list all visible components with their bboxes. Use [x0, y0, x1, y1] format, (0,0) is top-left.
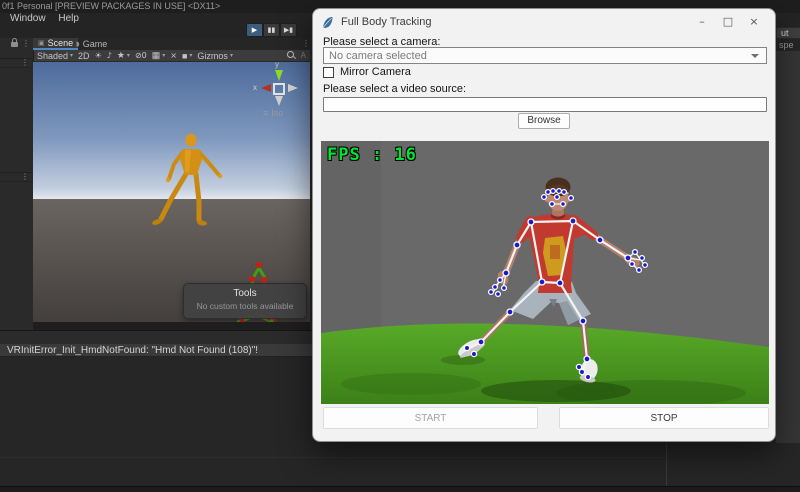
pause-button[interactable]: ▮▮	[263, 23, 280, 37]
projection-toggle[interactable]: ≡ Iso	[263, 108, 283, 118]
lighting-icon[interactable]: ☀	[95, 51, 102, 60]
hidden-objects-icon[interactable]: ⊘0	[135, 51, 147, 60]
chevron-down-icon	[751, 54, 759, 58]
axis-down-cone-icon[interactable]	[275, 96, 283, 106]
video-source-input[interactable]	[323, 97, 767, 112]
video-source-label: Please select a video source:	[323, 83, 466, 95]
gizmos-dropdown[interactable]: Gizmos ▾	[197, 51, 233, 61]
menu-item-help[interactable]: Help	[58, 13, 79, 25]
close-button[interactable]: ×	[741, 12, 767, 32]
screen: 0f1 Personal [PREVIEW PACKAGES IN USE] <…	[0, 0, 800, 492]
inspector-tab-fragment[interactable]: spe	[776, 39, 800, 51]
scene-view-toolbar: Shaded ▾ 2D ☀ ♪ ★ ▾ ⊘0 ▦ ▾ × ■ ▾ Gizmos …	[33, 50, 310, 62]
gizmo-center-cube[interactable]	[273, 83, 285, 95]
tools-overlay[interactable]: Tools No custom tools available	[183, 283, 307, 319]
fps-counter: FPS : 16	[327, 145, 417, 165]
scene-viewport[interactable]: y x ≡ Iso Tools No custom tools availabl…	[33, 62, 310, 322]
layout-button-fragment[interactable]: ut	[776, 27, 800, 39]
left-panel-section[interactable]: ⋮	[0, 172, 32, 182]
axis-y-cone-icon[interactable]	[275, 70, 283, 81]
camera-dropdown[interactable]: No camera selected	[323, 47, 767, 64]
fbt-window-title: Full Body Tracking	[341, 16, 689, 28]
grid-dropdown[interactable]: ▦ ▾	[152, 50, 166, 61]
axis-y-label: y	[275, 62, 279, 69]
toggle-2d[interactable]: 2D	[78, 51, 90, 61]
kebab-menu-icon[interactable]: ⋮	[21, 58, 29, 68]
fbt-title-bar[interactable]: Full Body Tracking – □ ×	[313, 9, 775, 35]
maximize-button[interactable]: □	[715, 12, 741, 32]
tools-overlay-title: Tools	[184, 288, 306, 299]
component-tools-icon[interactable]: ×	[170, 51, 177, 60]
tab-game[interactable]: ◗ Game	[71, 38, 112, 50]
kebab-menu-icon[interactable]: ⋮	[22, 39, 30, 49]
hierarchy-mini-header: ⋮	[0, 38, 33, 50]
search-scope-label: A	[301, 51, 306, 60]
right-edge-panels: ut spe	[776, 13, 800, 443]
mirror-camera-row: Mirror Camera	[323, 66, 411, 78]
status-bar	[0, 486, 800, 492]
grid-icon: ▦	[152, 50, 161, 61]
lock-icon[interactable]	[11, 42, 18, 47]
iso-menu-icon: ≡	[263, 108, 268, 118]
effects-icon: ★	[117, 50, 125, 61]
axis-x-cone-icon[interactable]	[261, 84, 271, 92]
console-log-text: VRInitError_Init_HmdNotFound: "Hmd Not F…	[7, 345, 258, 356]
chevron-down-icon: ▾	[70, 52, 73, 59]
feather-app-icon	[321, 16, 334, 29]
video-feed: FPS : 16	[321, 141, 769, 404]
scene-tab-icon: ▣	[38, 37, 45, 49]
left-panel-section[interactable]: ⋮	[0, 58, 32, 68]
chevron-down-icon: ▾	[230, 52, 233, 59]
mirror-camera-label: Mirror Camera	[340, 66, 411, 78]
orientation-gizmo[interactable]: y x ≡ Iso	[254, 62, 304, 120]
stop-button[interactable]: STOP	[559, 407, 769, 429]
game-tab-label: Game	[83, 38, 108, 50]
game-tab-icon: ◗	[76, 38, 80, 50]
menu-item-window[interactable]: Window	[10, 13, 46, 25]
panel-seam	[0, 457, 666, 458]
camera-dropdown[interactable]: ■ ▾	[182, 51, 192, 61]
shading-mode-dropdown[interactable]: Shaded ▾	[37, 51, 73, 61]
unity-left-panel: ⋮ ⋮	[0, 50, 34, 330]
kebab-menu-icon[interactable]: ⋮	[21, 172, 29, 182]
camera-dropdown-value: No camera selected	[324, 50, 751, 62]
panel-divider[interactable]	[666, 443, 667, 487]
search-icon[interactable]	[287, 51, 296, 60]
step-button[interactable]: ▶▮	[280, 23, 297, 37]
axis-right-cone-icon[interactable]	[288, 84, 298, 92]
play-button[interactable]: ▶	[246, 23, 263, 37]
inspector-panel-fragment	[776, 51, 800, 443]
tab-kebab-icon[interactable]: ⋮	[302, 39, 310, 49]
browse-button[interactable]: Browse	[518, 113, 570, 129]
mirror-camera-checkbox[interactable]	[323, 67, 334, 78]
chevron-down-icon: ▾	[189, 52, 192, 59]
start-button[interactable]: START	[323, 407, 538, 429]
scene-tab-label: Scene	[48, 37, 74, 49]
audio-icon[interactable]: ♪	[107, 51, 112, 60]
play-controls: ▶ ▮▮ ▶▮	[246, 23, 297, 37]
axis-x-label: x	[253, 83, 257, 92]
minimize-button[interactable]: –	[689, 12, 715, 32]
tools-overlay-subtitle: No custom tools available	[184, 301, 306, 311]
fbt-window: Full Body Tracking – □ × Please select a…	[312, 8, 776, 442]
projection-label: Iso	[271, 108, 283, 118]
scene-bottom-edge	[33, 322, 310, 330]
camera-icon: ■	[182, 51, 187, 61]
chevron-down-icon: ▾	[127, 52, 130, 59]
pose-tracking-render	[321, 141, 769, 404]
chevron-down-icon: ▾	[162, 52, 165, 59]
unity-title-text: 0f1 Personal [PREVIEW PACKAGES IN USE] <…	[2, 1, 220, 11]
effects-dropdown[interactable]: ★ ▾	[117, 50, 130, 61]
